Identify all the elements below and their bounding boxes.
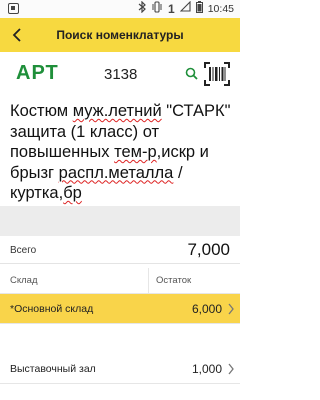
column-header-balance: Остаток [156,275,192,286]
chevron-left-icon [12,28,21,42]
vibrate-icon [151,0,163,18]
status-icons: 1 10:45 [138,0,234,18]
back-button[interactable] [6,24,28,46]
warehouse-name: *Основной склад [10,303,94,315]
chevron-right-icon [228,303,234,315]
stock-table-header: Склад Остаток [0,268,240,294]
sim-number: 1 [168,2,175,16]
item-name-misspelled-word: бр [63,184,82,202]
article-row: АРТ 3138 [0,58,240,92]
total-label: Всего [10,245,37,256]
search-button[interactable] [184,66,200,82]
table-row[interactable]: *Основной склад 6,000 [0,294,240,324]
item-name-misspelled-word: тем-р [114,143,157,161]
title-bar: Поиск номенклатуры [0,18,240,52]
article-label: АРТ [16,62,59,84]
item-name-misspelled-word: распл.металла [58,163,174,182]
balance-value: 6,000 [191,302,222,316]
search-icon [185,67,198,80]
chevron-right-icon [228,363,234,375]
section-divider [0,206,240,236]
barcode-scan-button[interactable] [203,61,231,87]
page-title: Поиск номенклатуры [56,28,184,42]
item-name-text: Костюм [10,102,73,120]
article-code: 3138 [104,66,138,83]
total-row: Всего 7,000 [0,236,240,264]
battery-icon [195,0,203,18]
item-name-misspelled-word: муж.летний [72,102,162,120]
bluetooth-icon [138,0,146,18]
total-value: 7,000 [187,240,230,259]
item-name: Костюм муж.летний "СТАРК" защита (1 клас… [10,101,236,204]
status-bar: 1 10:45 [0,0,240,18]
notification-icon [8,3,19,14]
table-row[interactable]: Выставочный зал 1,000 [0,354,240,384]
warehouse-name: Выставочный зал [10,363,96,375]
column-header-warehouse: Склад [10,275,38,286]
column-divider [148,268,149,294]
signal-icon [179,0,191,17]
balance-value: 1,000 [191,362,222,376]
clock-time: 10:45 [207,3,234,15]
barcode-scan-icon [204,62,230,86]
